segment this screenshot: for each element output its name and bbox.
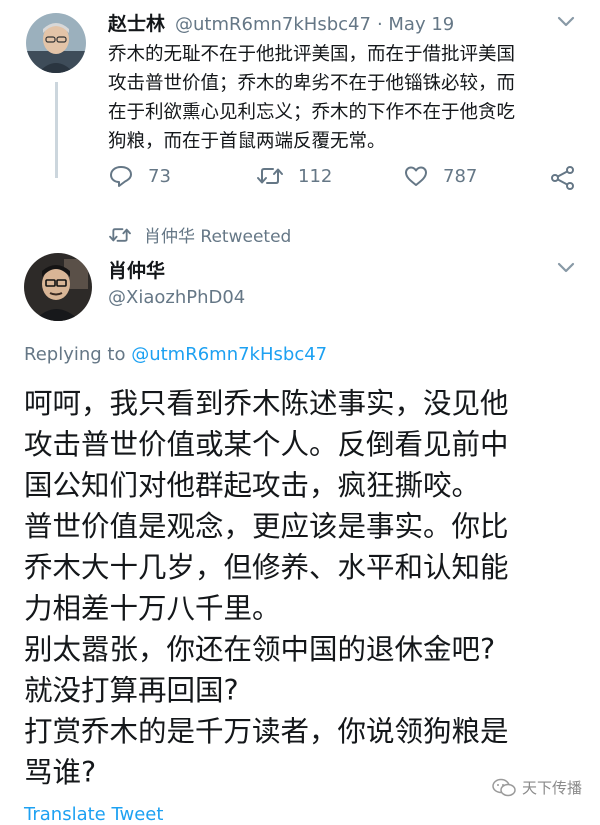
wechat-icon [492, 778, 516, 796]
tweet-text-line: 乔木大十几岁，但修养、水平和认知能 [24, 551, 509, 584]
tweet-text-line: 攻击普世价值或某个人。反倒看见前中 [24, 428, 509, 461]
author-handle[interactable]: @XiaozhPhD04 [108, 287, 245, 308]
author-name[interactable]: 肖仲华 [108, 256, 165, 283]
chevron-down-icon[interactable] [556, 260, 576, 279]
retweet-icon [109, 227, 131, 242]
thread-line [55, 82, 58, 178]
tweet-text-line: 普世价值是观念，更应该是事实。你比 [24, 510, 509, 543]
tweet-text-line: 攻击普世价值；乔木的卑劣不在于他锱铢必较，而 [108, 73, 516, 94]
retweet-icon [257, 168, 283, 184]
reply-count: 73 [148, 165, 171, 187]
tweet-date[interactable]: · May 19 [377, 14, 454, 35]
avatar[interactable] [24, 253, 92, 321]
author-handle[interactable]: @utmR6mn7kHsbc47 [175, 14, 371, 35]
share-icon [551, 166, 574, 190]
retweet-count: 112 [298, 165, 333, 187]
like-count: 787 [443, 165, 478, 187]
share-button[interactable] [550, 165, 590, 191]
tweet-text: 呵呵，我只看到乔木陈述事实，没见他 攻击普世价值或某个人。反倒看见前中 国公知们… [24, 383, 584, 793]
tweet-text-line: 别太嚣张，你还在领中国的退休金吧? [24, 633, 496, 666]
tweet-text-line: 狗粮，而在于首鼠两端反覆无常。 [108, 131, 386, 152]
tweet-text-line: 国公知们对他群起攻击，疯狂撕咬。 [24, 469, 481, 502]
tweet-text-line: 力相差十万八千里。 [24, 592, 281, 625]
tweet-text: 乔木的无耻不在于他批评美国，而在于借批评美国 攻击普世价值；乔木的卑劣不在于他锱… [108, 40, 600, 156]
like-button[interactable]: 787 [403, 164, 477, 188]
watermark: 天下传播 [492, 777, 582, 798]
avatar[interactable] [26, 13, 86, 73]
tweet-text-line: 呵呵，我只看到乔木陈述事实，没见他 [24, 387, 509, 420]
replying-prefix: Replying to [24, 344, 132, 365]
retweeted-banner[interactable]: 肖仲华 Retweeted [108, 222, 291, 247]
tweet-text-line: 打赏乔木的是千万读者，你说领狗粮是 [24, 715, 509, 748]
retweet-button[interactable]: 112 [256, 164, 332, 188]
replying-handle-link[interactable]: @utmR6mn7kHsbc47 [131, 344, 327, 365]
tweet-text-line: 在于利欲熏心见利忘义；乔木的下作不在于他贪吃 [108, 102, 516, 123]
reply-icon [110, 166, 132, 187]
tweet-header: 赵士林 @utmR6mn7kHsbc47 · May 19 [108, 9, 454, 36]
replying-to: Replying to @utmR6mn7kHsbc47 [24, 344, 327, 365]
chevron-down-icon[interactable] [556, 14, 576, 33]
tweet-text-line: 乔木的无耻不在于他批评美国，而在于借批评美国 [108, 44, 516, 65]
author-name[interactable]: 赵士林 [108, 9, 165, 36]
tweet-text-line: 就没打算再回国? [24, 674, 239, 707]
watermark-text: 天下传播 [522, 779, 583, 797]
retweeted-label: 肖仲华 Retweeted [144, 227, 292, 247]
like-icon [405, 166, 427, 186]
reply-button[interactable]: 73 [108, 164, 171, 188]
